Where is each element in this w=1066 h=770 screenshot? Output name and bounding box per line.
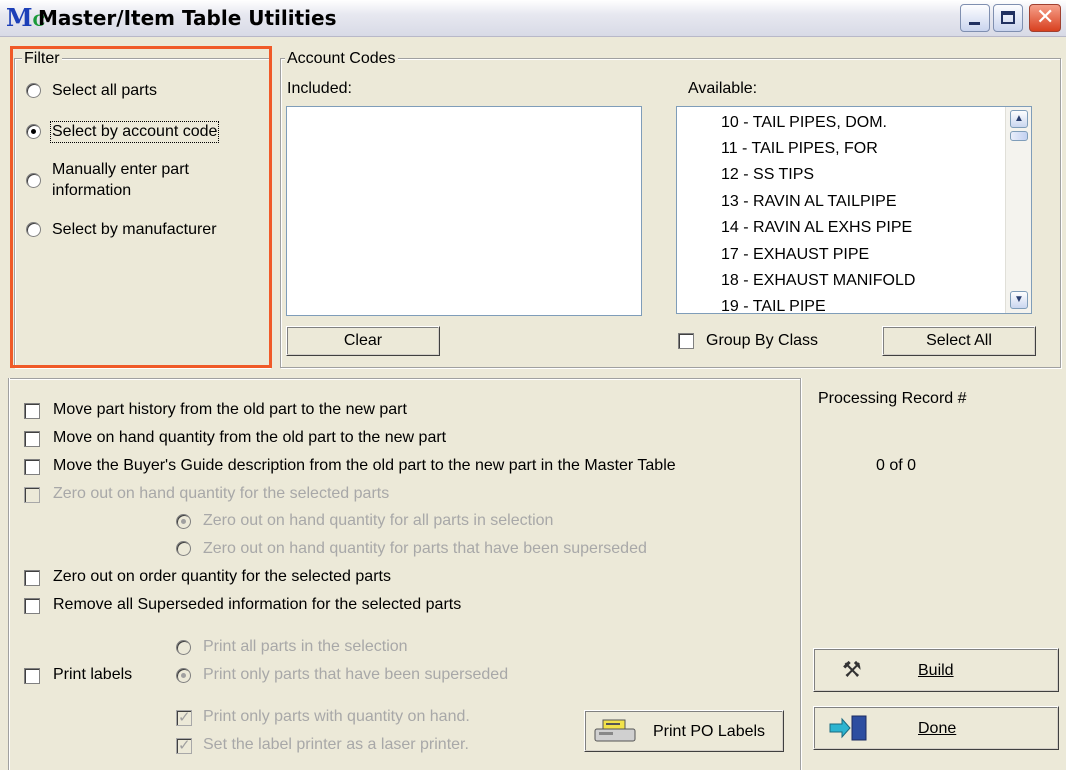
filter-highlight-box <box>10 46 272 368</box>
done-label: Done <box>918 720 957 737</box>
print-all-label[interactable]: Print all parts in the selection <box>203 638 408 656</box>
options-top-divider <box>8 378 800 380</box>
maximize-icon <box>1001 11 1015 24</box>
zero-all-parts-label[interactable]: Zero out on hand quantity for all parts … <box>203 512 553 530</box>
zero-superseded-label[interactable]: Zero out on hand quantity for parts that… <box>203 540 647 558</box>
account-codes-legend: Account Codes <box>285 50 398 68</box>
list-item[interactable]: 18 - EXHAUST MANIFOLD <box>721 271 915 291</box>
move-history-checkbox[interactable] <box>24 403 40 419</box>
scroll-up-icon[interactable]: ▲ <box>1010 110 1028 128</box>
print-po-labels-label: Print PO Labels <box>653 723 766 740</box>
remove-superseded-label[interactable]: Remove all Superseded information for th… <box>53 596 461 614</box>
list-item[interactable]: 10 - TAIL PIPES, DOM. <box>721 113 887 133</box>
scroll-thumb[interactable] <box>1010 131 1028 141</box>
group-by-class-checkbox[interactable] <box>678 333 694 349</box>
print-po-labels-button[interactable]: Print PO Labels <box>584 710 784 752</box>
zero-on-hand-checkbox[interactable] <box>24 487 40 503</box>
available-listbox[interactable]: 10 - TAIL PIPES, DOM. 11 - TAIL PIPES, F… <box>676 106 1032 314</box>
list-item[interactable]: 11 - TAIL PIPES, FOR <box>721 139 878 159</box>
options-right-divider <box>800 378 802 770</box>
hammer-icon: ⚒ <box>842 657 862 682</box>
list-item[interactable]: 17 - EXHAUST PIPE <box>721 245 869 265</box>
remove-superseded-checkbox[interactable] <box>24 598 40 614</box>
move-history-label[interactable]: Move part history from the old part to t… <box>53 401 407 419</box>
minimize-icon <box>969 22 980 25</box>
scroll-down-icon[interactable]: ▼ <box>1010 291 1028 309</box>
included-label: Included: <box>287 80 352 97</box>
close-button[interactable]: ✕ <box>1029 4 1061 32</box>
build-button[interactable]: ⚒ Build <box>813 648 1059 692</box>
print-with-qty-label[interactable]: Print only parts with quantity on hand. <box>203 708 470 726</box>
print-labels-label[interactable]: Print labels <box>53 666 132 684</box>
group-by-class-label[interactable]: Group By Class <box>706 332 818 350</box>
zero-superseded-radio[interactable] <box>176 541 191 556</box>
zero-all-parts-radio[interactable] <box>176 514 191 529</box>
move-buyers-guide-label[interactable]: Move the Buyer's Guide description from … <box>53 457 676 475</box>
minimize-button[interactable] <box>960 4 990 32</box>
print-labels-checkbox[interactable] <box>24 668 40 684</box>
print-with-qty-checkbox[interactable] <box>176 708 192 726</box>
exit-door-icon <box>829 715 867 741</box>
print-all-radio[interactable] <box>176 640 191 655</box>
build-label: Build <box>918 662 954 679</box>
processing-status: 0 of 0 <box>876 457 917 474</box>
move-on-hand-label[interactable]: Move on hand quantity from the old part … <box>53 429 446 447</box>
zero-on-hand-label[interactable]: Zero out on hand quantity for the select… <box>53 485 389 503</box>
printer-icon <box>594 719 636 742</box>
print-superseded-label[interactable]: Print only parts that have been supersed… <box>203 666 508 684</box>
zero-on-order-checkbox[interactable] <box>24 570 40 586</box>
maximize-button[interactable] <box>993 4 1023 32</box>
select-all-button[interactable]: Select All <box>882 326 1036 356</box>
included-listbox[interactable] <box>286 106 642 316</box>
laser-printer-checkbox[interactable] <box>176 736 192 754</box>
list-item[interactable]: 19 - TAIL PIPE <box>721 297 826 313</box>
available-label: Available: <box>688 80 758 97</box>
zero-on-order-label[interactable]: Zero out on order quantity for the selec… <box>53 568 391 586</box>
processing-heading: Processing Record # <box>818 390 967 407</box>
available-scrollbar[interactable]: ▲ ▼ <box>1005 107 1031 313</box>
list-item[interactable]: 14 - RAVIN AL EXHS PIPE <box>721 218 912 238</box>
options-left-divider <box>8 378 10 770</box>
title-bar[interactable]: MC Master/Item Table Utilities ✕ <box>0 0 1066 37</box>
move-buyers-guide-checkbox[interactable] <box>24 459 40 475</box>
window-title: Master/Item Table Utilities <box>38 6 337 30</box>
list-item[interactable]: 12 - SS TIPS <box>721 165 814 185</box>
mc-logo-icon: MC <box>6 3 46 32</box>
list-item[interactable]: 13 - RAVIN AL TAILPIPE <box>721 192 896 212</box>
laser-printer-label[interactable]: Set the label printer as a laser printer… <box>203 736 469 754</box>
move-on-hand-checkbox[interactable] <box>24 431 40 447</box>
print-superseded-radio[interactable] <box>176 668 191 683</box>
close-icon: ✕ <box>1036 5 1055 30</box>
done-button[interactable]: Done <box>813 706 1059 750</box>
clear-button[interactable]: Clear <box>286 326 440 356</box>
